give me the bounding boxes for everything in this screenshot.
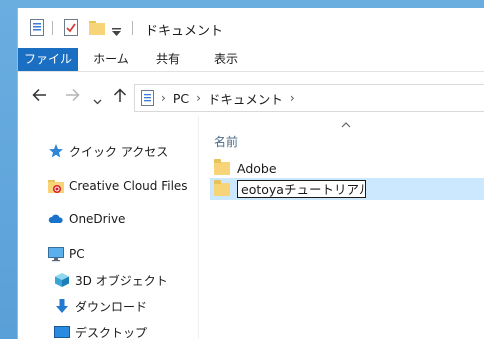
sort-ascending-icon bbox=[341, 118, 351, 131]
computer-icon bbox=[48, 246, 64, 262]
download-arrow-icon bbox=[54, 298, 70, 314]
tab-share[interactable]: 共有 bbox=[148, 48, 188, 71]
tab-file[interactable]: ファイル bbox=[18, 48, 78, 71]
file-row-eotoya-tutorial[interactable]: eotoyaチュートリアル bbox=[210, 178, 484, 200]
file-row-adobe[interactable]: Adobe bbox=[210, 157, 484, 179]
ribbon-tabs: ファイル ホーム 共有 表示 bbox=[18, 48, 484, 72]
column-header-name[interactable]: 名前 bbox=[214, 133, 238, 150]
tab-view[interactable]: 表示 bbox=[206, 48, 246, 71]
breadcrumb-separator[interactable]: › bbox=[161, 91, 166, 105]
breadcrumb-pc[interactable]: PC bbox=[173, 91, 189, 106]
title-bar: ドキュメント bbox=[18, 8, 484, 46]
sidebar-item-quick-access[interactable]: クイック アクセス bbox=[48, 141, 168, 161]
folder-icon bbox=[214, 179, 230, 196]
recent-locations-chevron-icon[interactable] bbox=[93, 91, 102, 109]
sidebar-item-pc[interactable]: PC bbox=[48, 244, 85, 264]
sidebar-item-downloads[interactable]: ダウンロード bbox=[54, 296, 147, 316]
rename-input-text: eotoyaチュートリアル bbox=[241, 182, 366, 197]
customize-dropdown-icon[interactable] bbox=[112, 22, 121, 41]
star-icon bbox=[48, 143, 64, 159]
cube-icon bbox=[54, 272, 70, 288]
pane-divider[interactable] bbox=[198, 116, 199, 339]
up-arrow-icon[interactable] bbox=[113, 88, 127, 107]
back-arrow-icon[interactable] bbox=[32, 88, 47, 106]
sidebar-item-label: PC bbox=[69, 247, 85, 261]
navigation-bar: › PC › ドキュメント › bbox=[18, 82, 484, 112]
sidebar-item-desktop[interactable]: デスクトップ bbox=[54, 322, 147, 339]
creative-cloud-folder-icon bbox=[48, 178, 64, 194]
sidebar-item-label: ダウンロード bbox=[75, 299, 148, 314]
breadcrumb-separator[interactable]: › bbox=[196, 91, 201, 105]
documents-location-icon bbox=[141, 90, 154, 106]
sidebar-item-label: OneDrive bbox=[69, 212, 126, 226]
breadcrumb-separator[interactable]: › bbox=[290, 91, 295, 105]
separator bbox=[132, 21, 133, 35]
checkmark-doc-icon[interactable] bbox=[64, 19, 78, 40]
file-name: Adobe bbox=[237, 160, 277, 176]
cloud-icon bbox=[48, 211, 64, 227]
sidebar-item-label: 3D オブジェクト bbox=[75, 273, 168, 288]
forward-arrow-icon[interactable] bbox=[65, 88, 80, 106]
sidebar-item-3d-objects[interactable]: 3D オブジェクト bbox=[54, 270, 168, 290]
new-folder-icon[interactable] bbox=[89, 19, 105, 39]
window-title: ドキュメント bbox=[145, 24, 224, 39]
address-bar[interactable]: › PC › ドキュメント › bbox=[134, 84, 484, 112]
explorer-window: ドキュメント ファイル ホーム 共有 表示 › PC › ドキュメント › クイ… bbox=[18, 8, 484, 339]
breadcrumb-documents[interactable]: ドキュメント bbox=[208, 89, 283, 108]
properties-icon[interactable] bbox=[30, 19, 44, 40]
sidebar-item-onedrive[interactable]: OneDrive bbox=[48, 209, 125, 229]
sidebar-item-label: クイック アクセス bbox=[69, 144, 169, 159]
rename-input[interactable]: eotoyaチュートリアル bbox=[237, 180, 366, 198]
tab-home[interactable]: ホーム bbox=[86, 48, 136, 71]
desktop-icon bbox=[54, 324, 70, 339]
sidebar-item-label: デスクトップ bbox=[75, 325, 148, 339]
sidebar-item-creative-cloud-files[interactable]: Creative Cloud Files bbox=[48, 176, 188, 196]
folder-icon bbox=[214, 158, 230, 175]
separator bbox=[52, 21, 53, 35]
sidebar-item-label: Creative Cloud Files bbox=[69, 179, 188, 193]
